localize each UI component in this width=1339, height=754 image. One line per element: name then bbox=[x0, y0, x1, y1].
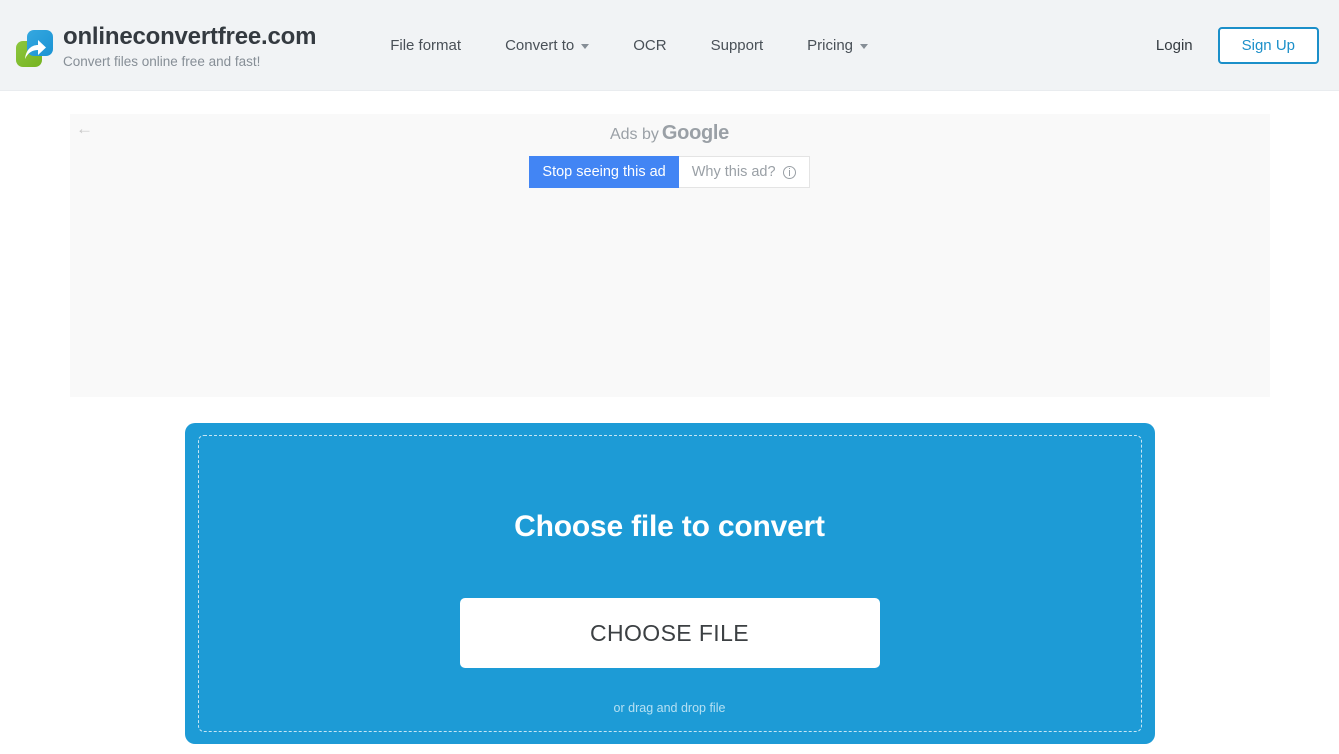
info-circle-icon bbox=[782, 165, 796, 179]
ad-controls: Stop seeing this ad Why this ad? bbox=[70, 156, 1270, 188]
file-dropzone[interactable]: Choose file to convert CHOOSE FILE or dr… bbox=[184, 423, 1155, 744]
why-this-ad-button[interactable]: Why this ad? bbox=[678, 156, 810, 188]
stop-seeing-this-ad-button[interactable]: Stop seeing this ad bbox=[529, 156, 679, 188]
nav-item-convert-to[interactable]: Convert to bbox=[483, 29, 611, 62]
convert-arrow-logo-icon bbox=[14, 29, 54, 69]
ads-by-google-label: Ads by Google bbox=[70, 114, 1270, 145]
header-actions: Login Sign Up bbox=[1156, 26, 1319, 64]
nav-item-file-format[interactable]: File format bbox=[368, 29, 483, 62]
brand-tagline: Convert files online free and fast! bbox=[63, 54, 261, 69]
google-wordmark: Google bbox=[661, 122, 729, 144]
nav-item-label: Pricing bbox=[807, 36, 854, 54]
file-dropzone-inner: Choose file to convert CHOOSE FILE or dr… bbox=[197, 435, 1142, 732]
choose-file-button[interactable]: CHOOSE FILE bbox=[459, 598, 880, 668]
nav-item-label: Support bbox=[710, 36, 764, 54]
main-navigation: File format Convert to OCR Support Prici… bbox=[368, 29, 890, 62]
ad-panel: ← Ads by Google Stop seeing this ad Why t… bbox=[69, 114, 1270, 397]
nav-item-ocr[interactable]: OCR bbox=[611, 29, 688, 62]
logo-arrow-icon bbox=[25, 40, 46, 59]
drag-and-drop-hint: or drag and drop file bbox=[613, 701, 726, 715]
chevron-down-icon bbox=[581, 43, 590, 49]
nav-item-label: File format bbox=[390, 36, 462, 54]
nav-item-label: Convert to bbox=[505, 36, 575, 54]
site-header: onlineconvertfree.com Convert files onli… bbox=[0, 0, 1339, 91]
advertisement-section: ← Ads by Google Stop seeing this ad Why t… bbox=[0, 91, 1339, 397]
why-this-ad-label: Why this ad? bbox=[691, 164, 776, 180]
file-upload-section: Choose file to convert CHOOSE FILE or dr… bbox=[0, 397, 1339, 744]
chevron-down-icon bbox=[860, 43, 869, 49]
nav-item-pricing[interactable]: Pricing bbox=[785, 29, 890, 62]
login-link[interactable]: Login bbox=[1156, 37, 1193, 54]
ads-by-prefix: Ads by bbox=[609, 126, 659, 143]
nav-item-label: OCR bbox=[633, 36, 667, 54]
back-arrow-icon[interactable]: ← bbox=[73, 117, 97, 141]
nav-item-support[interactable]: Support bbox=[689, 29, 786, 62]
dropzone-title: Choose file to convert bbox=[514, 510, 825, 543]
brand-logo-link[interactable]: onlineconvertfree.com Convert files onli… bbox=[14, 21, 316, 69]
signup-button[interactable]: Sign Up bbox=[1217, 26, 1319, 64]
brand-title: onlineconvertfree.com bbox=[63, 23, 317, 50]
